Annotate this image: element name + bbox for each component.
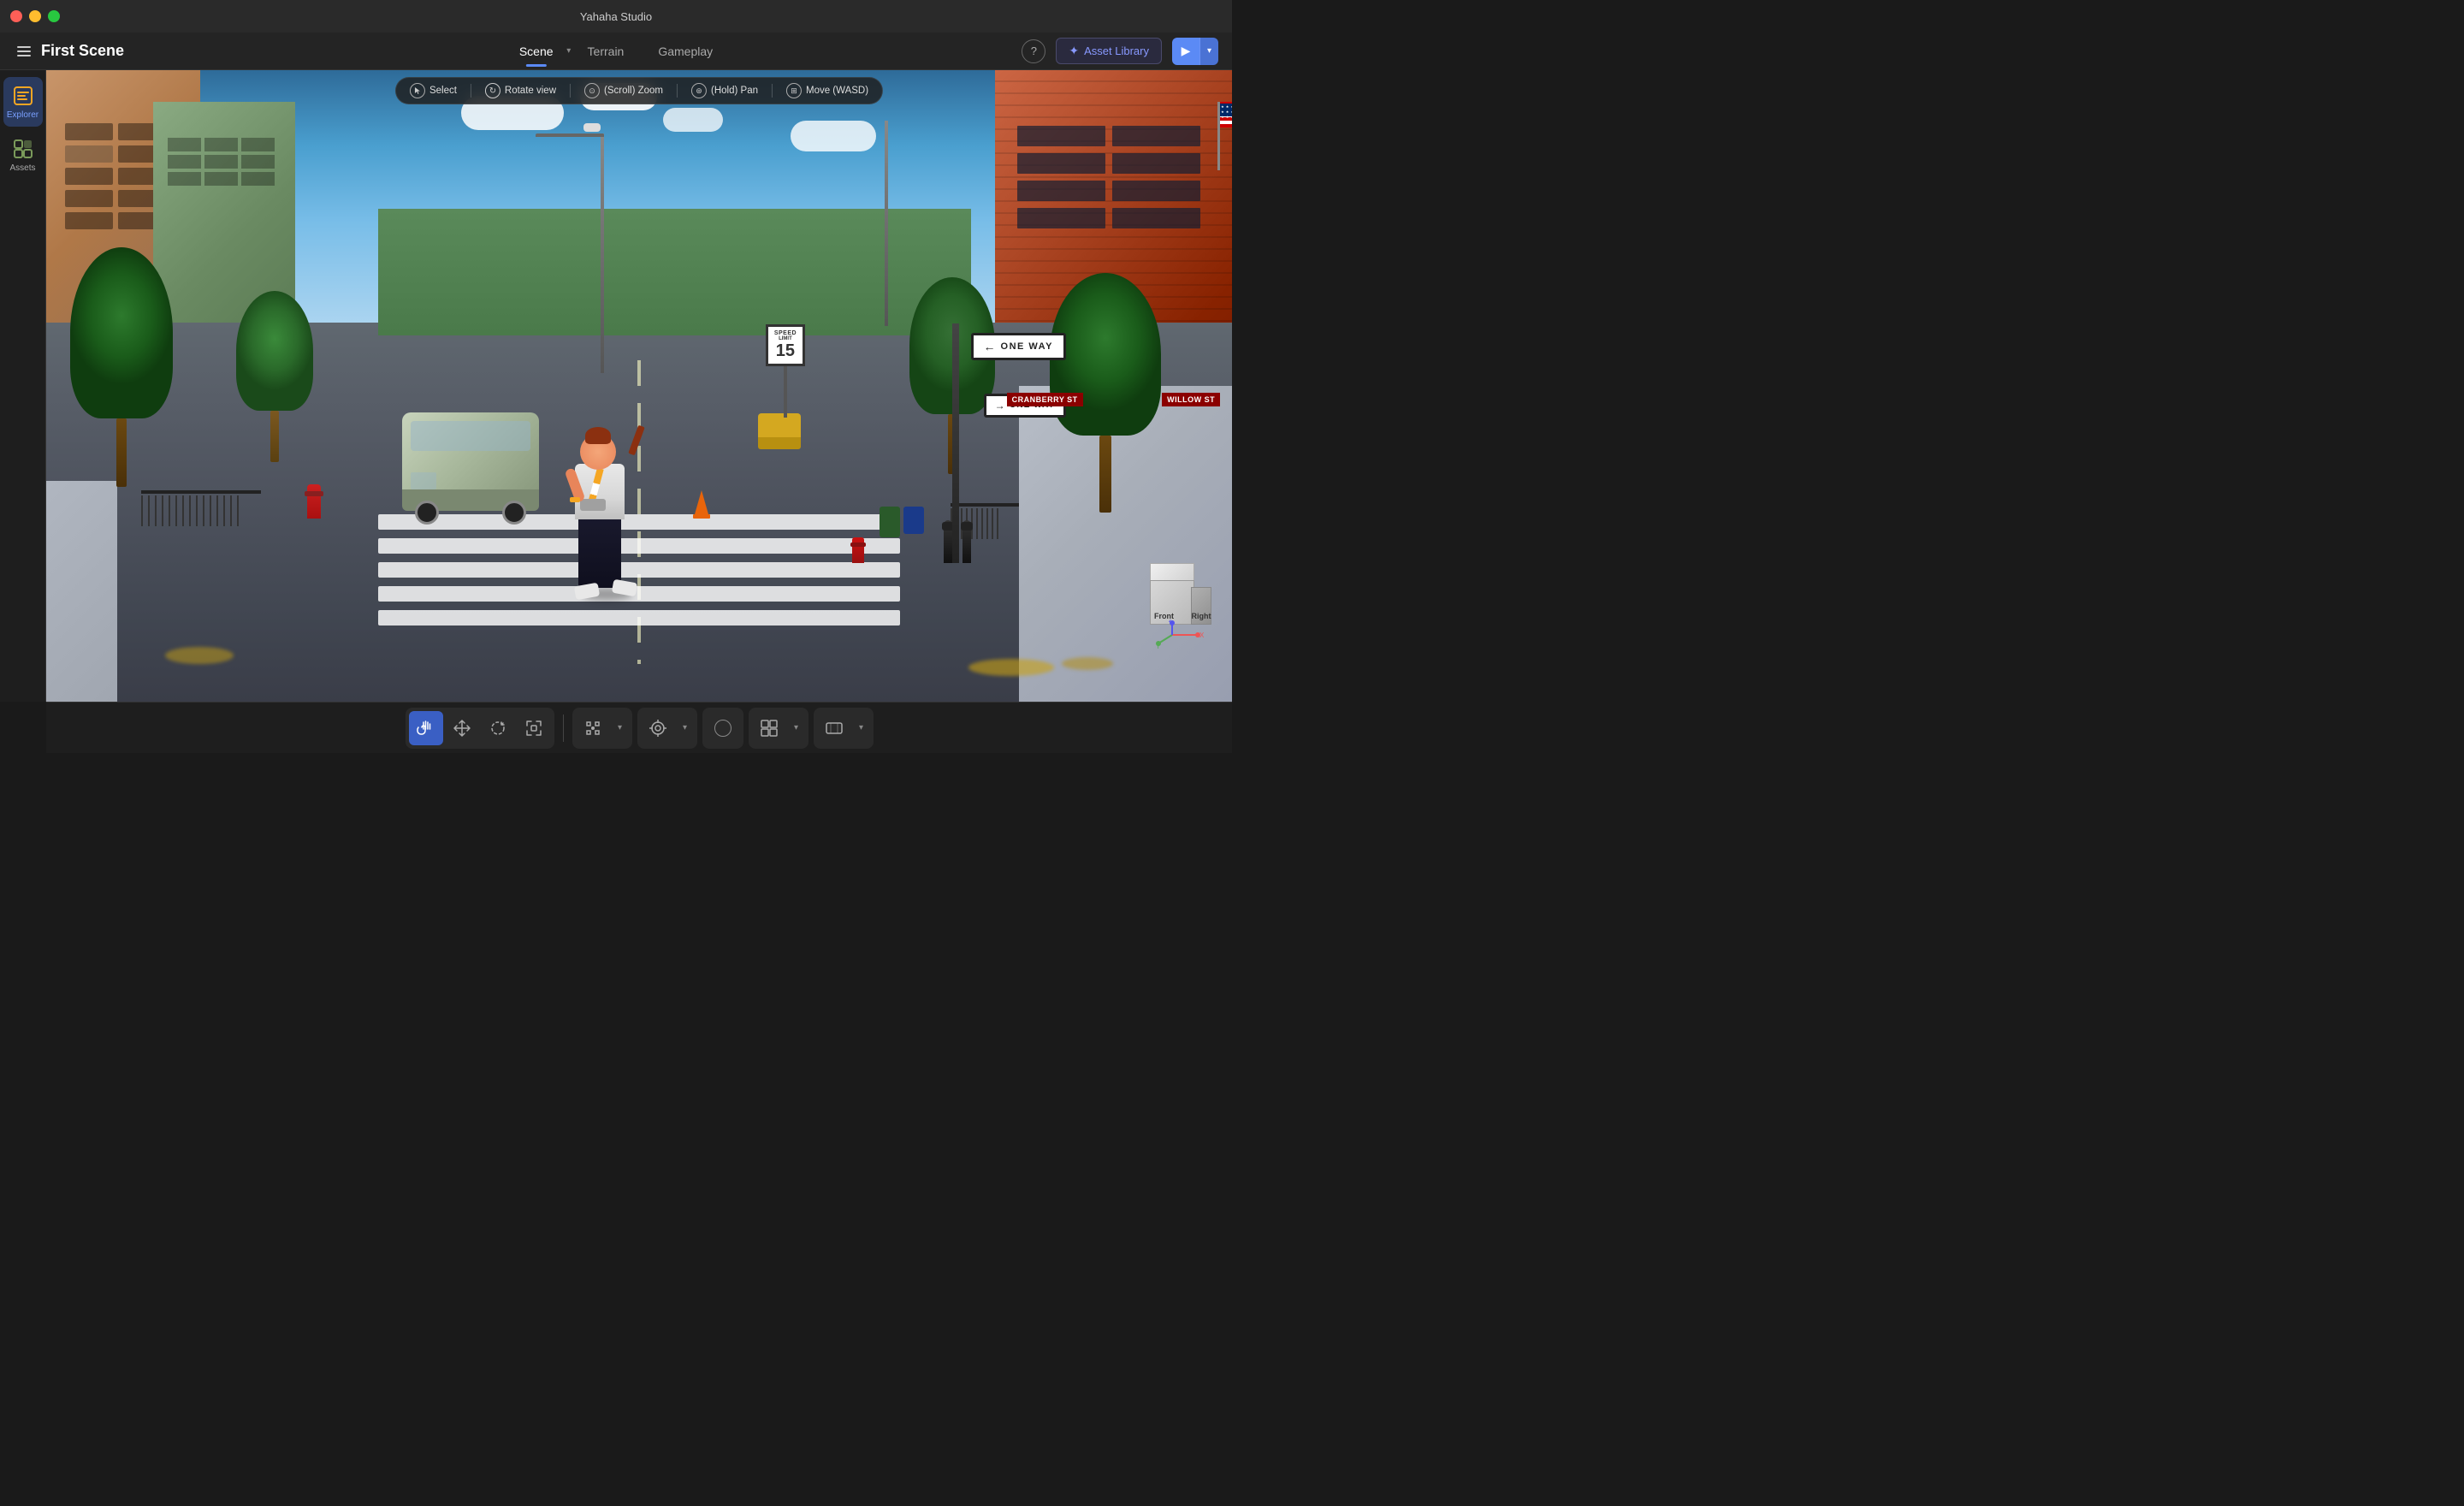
background-trees xyxy=(378,209,971,335)
move-tool[interactable]: ⊞ Move (WASD) xyxy=(786,83,868,98)
move-icon: ⊞ xyxy=(786,83,802,98)
move-tool-button[interactable] xyxy=(445,711,479,745)
fence-left xyxy=(141,490,261,525)
star-icon: ✦ xyxy=(1069,44,1079,58)
sidewalk-left xyxy=(46,481,117,702)
nav-gizmo[interactable]: Front Right X Y Z xyxy=(1150,563,1211,625)
play-dropdown-button[interactable]: ▾ xyxy=(1199,38,1218,65)
trash-bins xyxy=(880,507,924,537)
cursor-icon xyxy=(410,83,425,98)
bottom-toolbar: ▾ ▾ ▾ xyxy=(46,702,1232,753)
aspect-ratio-button[interactable] xyxy=(817,711,851,745)
menu-bar: First Scene ▾ Scene Terrain Gameplay ? ✦… xyxy=(0,33,1232,70)
willow-st-sign: WILLOW ST xyxy=(1162,393,1220,406)
tab-gameplay[interactable]: Gameplay xyxy=(641,38,730,65)
toolbar-group-grid xyxy=(702,708,743,749)
crosswalk xyxy=(378,514,900,626)
help-button[interactable]: ? xyxy=(1022,39,1045,63)
sidebar-item-explorer[interactable]: Explorer xyxy=(3,77,43,127)
circle-tool-button[interactable] xyxy=(706,711,740,745)
us-flag: ★★★ ★★★ ★★★ xyxy=(1217,102,1220,170)
nav-tabs: Scene Terrain Gameplay xyxy=(502,38,730,65)
svg-text:X: X xyxy=(1199,631,1205,639)
lamp-post-center xyxy=(568,133,637,385)
zoom-tool[interactable]: ⊙ (Scroll) Zoom xyxy=(584,83,663,98)
scene-title: First Scene xyxy=(41,42,124,60)
traffic-lights xyxy=(10,10,60,22)
separator-2 xyxy=(570,84,571,98)
svg-text:Z: Z xyxy=(1169,620,1173,624)
grid-view-dropdown[interactable]: ▾ xyxy=(788,711,805,745)
tab-terrain[interactable]: Terrain xyxy=(571,38,642,65)
toolbar-group-align: ▾ xyxy=(637,708,697,749)
assets-icon xyxy=(11,137,35,161)
traffic-cone xyxy=(693,490,710,519)
assets-label: Assets xyxy=(9,163,35,173)
rotate-view-icon: ↻ xyxy=(485,83,500,98)
pan-icon: ⊛ xyxy=(691,83,707,98)
maximize-button[interactable] xyxy=(48,10,60,22)
close-button[interactable] xyxy=(10,10,22,22)
speed-limit-sign: SPEED LIMIT 15 xyxy=(766,324,805,418)
yellow-taxi xyxy=(758,413,801,449)
svg-text:Y: Y xyxy=(1156,643,1161,650)
aspect-ratio-dropdown[interactable]: ▾ xyxy=(853,711,870,745)
sign-pole-right xyxy=(952,323,959,563)
lamp-post-right xyxy=(885,121,888,326)
fire-hydrant-right xyxy=(852,537,864,563)
pan-tool[interactable]: ⊛ (Hold) Pan xyxy=(691,83,758,98)
align-button[interactable] xyxy=(641,711,675,745)
tree-left-large xyxy=(70,247,173,487)
toolbar-group-view: ▾ xyxy=(749,708,808,749)
hamburger-menu-button[interactable] xyxy=(14,43,34,60)
toolbar-group-snap: ▾ xyxy=(572,708,632,749)
toolbar-group-aspect: ▾ xyxy=(814,708,874,749)
one-way-sign-top: ← ONE WAY xyxy=(971,333,1066,360)
cloud-4 xyxy=(791,121,876,151)
play-controls: ▶ ▾ xyxy=(1172,38,1218,65)
separator-3 xyxy=(677,84,678,98)
right-controls: ? ✦ Asset Library ▶ ▾ xyxy=(1022,38,1218,65)
rotate-tool[interactable]: ↻ Rotate view xyxy=(485,83,556,98)
scene-canvas: CRANBERRY ST WILLOW ST xyxy=(46,70,1232,702)
window-title: Yahaha Studio xyxy=(580,10,652,23)
align-dropdown[interactable]: ▾ xyxy=(677,711,694,745)
viewport-toolbar: Select ↻ Rotate view ⊙ (Scroll) Zoom ⊛ (… xyxy=(395,77,883,104)
separator-main xyxy=(563,714,564,742)
explorer-icon xyxy=(11,84,35,108)
separator-4 xyxy=(772,84,773,98)
zoom-icon: ⊙ xyxy=(584,83,600,98)
cranberry-st-sign: CRANBERRY ST xyxy=(1007,393,1083,406)
title-bar: Yahaha Studio xyxy=(0,0,1232,33)
axes-svg: X Y Z xyxy=(1155,620,1206,650)
snap-dropdown[interactable]: ▾ xyxy=(612,711,629,745)
select-tool[interactable]: Select xyxy=(410,83,457,98)
gizmo-front-face: Front xyxy=(1150,580,1194,625)
scale-tool-button[interactable] xyxy=(517,711,551,745)
tab-scene[interactable]: Scene xyxy=(502,38,571,65)
explorer-label: Explorer xyxy=(7,110,38,120)
van xyxy=(402,412,539,525)
minimize-button[interactable] xyxy=(29,10,41,22)
viewport[interactable]: CRANBERRY ST WILLOW ST xyxy=(46,70,1232,702)
toolbar-group-transform xyxy=(406,708,554,749)
rotate-tool-button[interactable] xyxy=(481,711,515,745)
left-sidebar: Explorer Assets xyxy=(0,70,46,702)
snap-button[interactable] xyxy=(576,711,610,745)
gizmo-cube: Front Right xyxy=(1150,563,1211,625)
cloud-3 xyxy=(663,108,723,132)
hand-tool-button[interactable] xyxy=(409,711,443,745)
fire-hydrant xyxy=(307,484,321,519)
grid-view-button[interactable] xyxy=(752,711,786,745)
sidebar-item-assets[interactable]: Assets xyxy=(3,130,43,180)
play-button[interactable]: ▶ xyxy=(1172,38,1199,65)
asset-library-button[interactable]: ✦ Asset Library xyxy=(1056,38,1162,64)
leaves-left xyxy=(165,647,234,664)
tree-left-mid xyxy=(236,291,313,462)
